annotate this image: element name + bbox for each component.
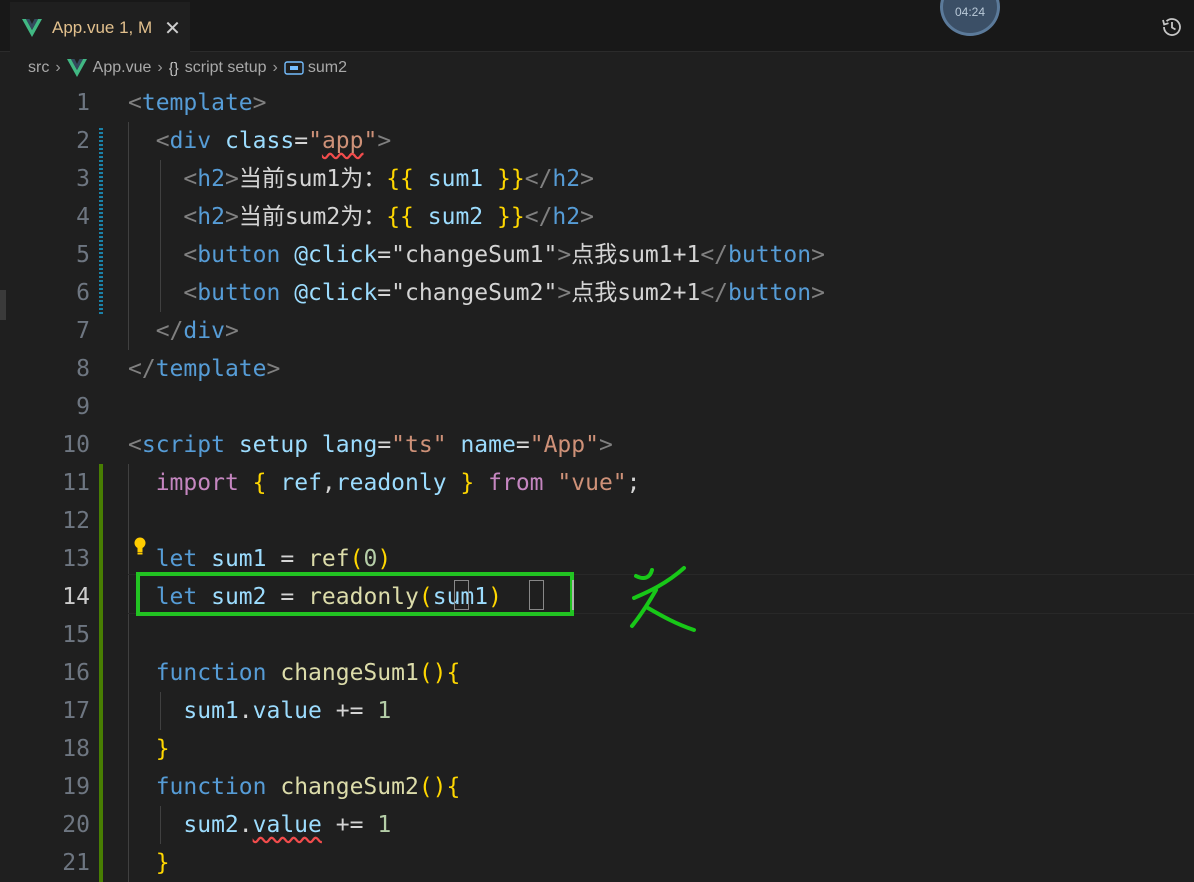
code-line: 18 } — [0, 730, 1194, 768]
breadcrumb-file[interactable]: App.vue — [66, 59, 152, 77]
line-number: 7 — [76, 318, 90, 344]
handwritten-wrong-mark-icon — [630, 566, 696, 632]
tab-label: App.vue 1, M — [52, 18, 153, 37]
breadcrumb-scope[interactable]: {} script setup — [169, 59, 267, 77]
code-text[interactable]: <button @click="changeSum2">点我sum2+1</bu… — [128, 274, 825, 312]
code-text[interactable]: <template> — [128, 84, 267, 122]
line-number: 5 — [76, 242, 90, 268]
code-text[interactable]: <h2>当前sum1为：{{ sum1 }}</h2> — [128, 160, 594, 198]
line-number: 17 — [62, 698, 90, 724]
code-line: 15 — [0, 616, 1194, 654]
recording-timer: 04:24 — [940, 0, 1000, 36]
line-number: 11 — [62, 470, 90, 496]
line-number: 9 — [76, 394, 90, 420]
line-number: 19 — [62, 774, 90, 800]
chevron-right-icon: › — [272, 59, 278, 76]
code-text[interactable]: function changeSum1(){ — [128, 654, 461, 692]
line-number: 8 — [76, 356, 90, 382]
code-line: 6 <button @click="changeSum2">点我sum2+1</… — [0, 274, 1194, 312]
vue-logo-icon — [22, 19, 42, 37]
line-number: 10 — [62, 432, 90, 458]
code-line: 5 <button @click="changeSum1">点我sum1+1</… — [0, 236, 1194, 274]
code-text[interactable]: <button @click="changeSum1">点我sum1+1</bu… — [128, 236, 825, 274]
code-line: 7 </div> — [0, 312, 1194, 350]
code-line: 3 <h2>当前sum1为：{{ sum1 }}</h2> — [0, 160, 1194, 198]
line-number: 20 — [62, 812, 90, 838]
breadcrumb-src[interactable]: src — [28, 59, 49, 77]
breadcrumb: src › App.vue › {} script setup › sum2 — [0, 52, 1194, 84]
code-line: 19 function changeSum2(){ — [0, 768, 1194, 806]
history-icon[interactable] — [1160, 15, 1184, 39]
code-line: 2 <div class="app"> — [0, 122, 1194, 160]
breadcrumb-scope-label: script setup — [184, 59, 267, 76]
breadcrumb-symbol-label: sum2 — [307, 59, 347, 76]
chevron-right-icon: › — [157, 59, 163, 76]
code-line: 12 — [0, 502, 1194, 540]
code-line: 10 <script setup lang="ts" name="App"> — [0, 426, 1194, 464]
code-editor[interactable]: 1 <template> 2 <div class="app"> 3 <h2>当… — [0, 84, 1194, 882]
code-line: 11 import { ref,readonly } from "vue"; — [0, 464, 1194, 502]
line-number: 18 — [62, 736, 90, 762]
code-text[interactable]: function changeSum2(){ — [128, 768, 461, 806]
braces-icon: {} — [168, 59, 179, 77]
line-number: 1 — [76, 90, 90, 116]
line-number: 13 — [62, 546, 90, 572]
vue-logo-icon — [66, 59, 87, 77]
breadcrumb-file-label: App.vue — [92, 59, 152, 76]
code-text[interactable]: <div class="app"> — [128, 122, 392, 160]
code-line: 17 sum1.value += 1 — [0, 692, 1194, 730]
line-number: 14 — [62, 584, 90, 610]
tab-bar: App.vue 1, M ✕ 04:24 — [0, 0, 1194, 52]
code-line: 9 — [0, 388, 1194, 426]
chevron-right-icon: › — [55, 59, 61, 76]
code-line: 8 </template> — [0, 350, 1194, 388]
close-icon[interactable]: ✕ — [164, 18, 181, 38]
line-number: 21 — [62, 850, 90, 876]
annotation-highlight-box — [136, 572, 574, 616]
line-number: 3 — [76, 166, 90, 192]
code-text[interactable]: } — [128, 844, 170, 882]
code-line: 21 } — [0, 844, 1194, 882]
tab-app-vue[interactable]: App.vue 1, M ✕ — [10, 2, 190, 52]
code-text[interactable]: import { ref,readonly } from "vue"; — [128, 464, 641, 502]
code-text[interactable]: </template> — [128, 350, 280, 388]
code-line: 20 sum2.value += 1 — [0, 806, 1194, 844]
timer-text: 04:24 — [954, 5, 986, 19]
code-text[interactable]: } — [128, 730, 170, 768]
code-text[interactable]: <h2>当前sum2为：{{ sum2 }}</h2> — [128, 198, 594, 236]
code-text[interactable]: sum1.value += 1 — [128, 692, 391, 730]
variable-icon — [284, 61, 304, 75]
line-number: 16 — [62, 660, 90, 686]
text-cursor — [572, 580, 574, 610]
code-text[interactable]: <script setup lang="ts" name="App"> — [128, 426, 613, 464]
lightbulb-icon[interactable] — [133, 537, 147, 557]
code-text[interactable]: sum2.value += 1 — [128, 806, 391, 844]
code-text[interactable]: </div> — [128, 312, 239, 350]
line-number: 2 — [76, 128, 90, 154]
line-number: 6 — [76, 280, 90, 306]
breadcrumb-symbol[interactable]: sum2 — [284, 59, 347, 77]
code-line: 4 <h2>当前sum2为：{{ sum2 }}</h2> — [0, 198, 1194, 236]
code-line: 16 function changeSum1(){ — [0, 654, 1194, 692]
code-line: 1 <template> — [0, 84, 1194, 122]
vscode-window: App.vue 1, M ✕ 04:24 src › App.vue › {} … — [0, 0, 1194, 882]
line-number: 12 — [62, 508, 90, 534]
line-number: 4 — [76, 204, 90, 230]
line-number: 15 — [62, 622, 90, 648]
